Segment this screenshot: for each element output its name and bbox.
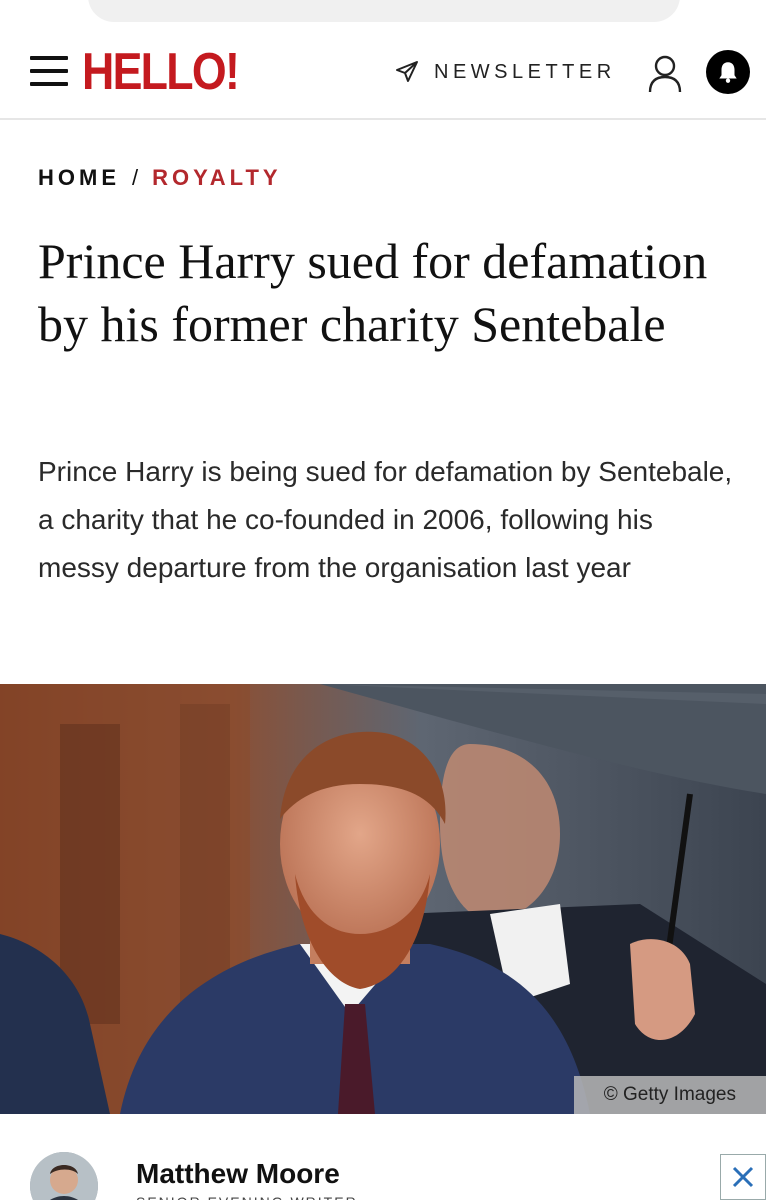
article-headline: Prince Harry sued for defamation by his … <box>38 233 708 352</box>
close-icon[interactable] <box>720 1154 766 1200</box>
author-byline: Matthew Moore SENIOR EVENING WRITER <box>0 1114 766 1200</box>
avatar[interactable] <box>30 1152 98 1200</box>
breadcrumb-home[interactable]: HOME <box>38 165 120 191</box>
article-standfirst: Prince Harry is being sued for defamatio… <box>38 456 733 583</box>
send-icon <box>396 61 418 82</box>
site-logo[interactable]: HELLO! <box>82 44 240 100</box>
author-name[interactable]: Matthew Moore <box>136 1158 340 1190</box>
newsletter-label: NEWSLETTER <box>434 60 616 83</box>
newsletter-link[interactable]: NEWSLETTER <box>394 58 616 86</box>
author-role: SENIOR EVENING WRITER <box>136 1194 358 1200</box>
breadcrumb: HOME / ROYALTY <box>38 164 282 192</box>
browser-url-bar[interactable] <box>88 0 680 22</box>
hero-image: © Getty Images <box>0 684 766 1114</box>
bell-icon[interactable] <box>706 50 750 94</box>
site-header: HELLO! NEWSLETTER <box>0 22 766 120</box>
hamburger-menu-icon[interactable] <box>30 56 68 86</box>
breadcrumb-royalty[interactable]: ROYALTY <box>152 165 281 191</box>
breadcrumb-separator: / <box>132 165 139 190</box>
image-credit: © Getty Images <box>573 1076 766 1114</box>
user-icon[interactable] <box>646 54 684 94</box>
